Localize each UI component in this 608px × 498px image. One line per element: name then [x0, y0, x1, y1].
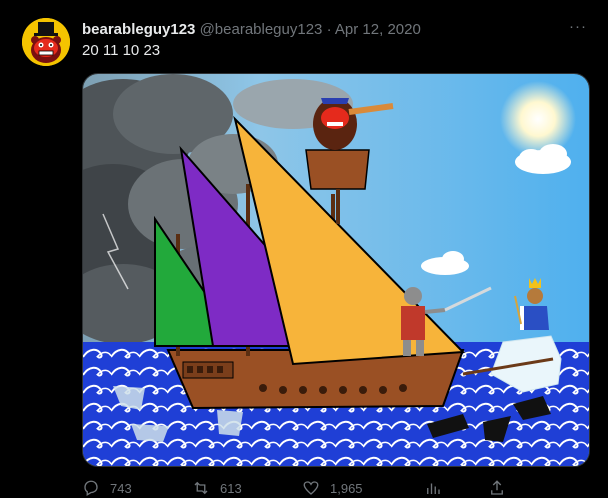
author-handle[interactable]: @bearableguy123 [200, 21, 323, 38]
retweet-count: 613 [220, 480, 242, 496]
crows-nest [305, 149, 370, 190]
views-button[interactable] [424, 478, 452, 498]
reply-button[interactable]: 743 [82, 478, 132, 498]
retweet-icon [194, 481, 208, 495]
ship-illustration [83, 74, 589, 466]
share-button[interactable] [488, 478, 516, 498]
author-name[interactable]: bearableguy123 [82, 21, 195, 38]
tweet-text: 20 11 10 23 [82, 42, 161, 59]
bear-avatar-icon [22, 18, 70, 66]
tweet-header: bearableguy123 @bearableguy123 · Apr 12,… [82, 20, 602, 40]
more-options-icon[interactable]: ··· [566, 19, 590, 40]
like-button[interactable]: 1,965 [302, 478, 363, 498]
analytics-icon [427, 483, 440, 494]
sun-icon [500, 81, 576, 157]
avatar[interactable] [22, 18, 70, 66]
action-bar: 743 613 1,965 [82, 478, 602, 498]
tweet[interactable]: bearableguy123 @bearableguy123 · Apr 12,… [0, 0, 608, 496]
heart-icon [303, 481, 319, 495]
reply-count: 743 [110, 480, 132, 496]
like-count: 1,965 [330, 480, 363, 496]
reply-icon [84, 480, 98, 496]
share-icon [491, 480, 503, 495]
tweet-image[interactable] [82, 73, 590, 467]
header-separator: · [326, 21, 332, 38]
tweet-date[interactable]: Apr 12, 2020 [335, 21, 421, 38]
retweet-button[interactable]: 613 [192, 478, 242, 498]
